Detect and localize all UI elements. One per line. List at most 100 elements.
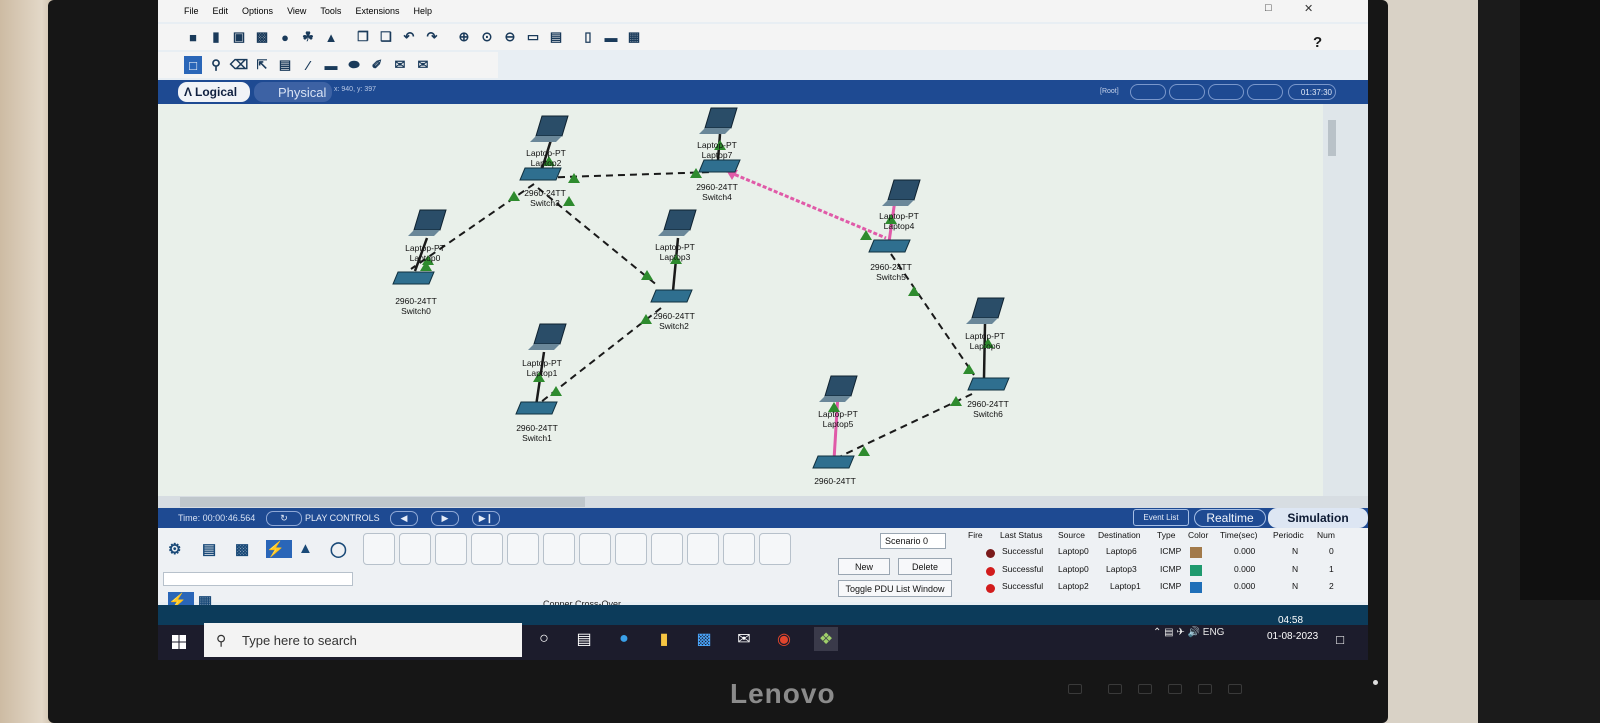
open-folder-icon[interactable]: ▮ [207,28,225,46]
tray-time[interactable]: 04:58 [1278,615,1303,626]
draw-ellipse-icon[interactable]: ⬬ [345,56,363,74]
packet-tracer-icon[interactable]: ❖ [814,627,838,651]
undo-icon[interactable]: ↶ [400,28,418,46]
zoom-out-icon[interactable]: ⊖ [501,28,519,46]
minimize-icon[interactable]: □ [1265,2,1272,14]
new-file-icon[interactable]: ■ [184,28,202,46]
screenshot-icon[interactable]: ▦ [625,28,643,46]
network-info-icon[interactable]: ☘ [299,28,317,46]
paste-icon[interactable]: ❏ [377,28,395,46]
fiber-icon[interactable] [507,533,539,565]
draw-rectangle-icon[interactable]: ▬ [322,56,340,74]
activity-wizard-icon[interactable]: ● [276,28,294,46]
tray-date[interactable]: 01-08-2023 [1267,631,1318,642]
menu-help[interactable]: Help [413,6,432,16]
vertical-scroll-thumb[interactable] [1328,120,1336,156]
menu-extensions[interactable]: Extensions [355,6,399,16]
auto-connect-icon[interactable] [363,533,395,565]
save-icon[interactable]: ▣ [230,28,248,46]
monitor-button[interactable] [1138,684,1152,694]
nav-new-cluster-button[interactable] [1169,84,1205,100]
monitor-button[interactable] [1228,684,1242,694]
add-simple-pdu-icon[interactable]: ✉ [391,56,409,74]
custom-device-icon[interactable]: ▲ [322,28,340,46]
file-explorer-icon[interactable]: ▮ [652,627,676,651]
components-icon[interactable]: ▩ [235,540,261,558]
select-icon[interactable]: □ [184,56,202,74]
menu-edit[interactable]: Edit [213,6,229,16]
realtime-button[interactable]: Realtime [1194,509,1266,527]
phone-cable-icon[interactable] [543,533,575,565]
monitor-button[interactable] [1168,684,1182,694]
copy-icon[interactable]: ❐ [354,28,372,46]
connections-icon[interactable]: ⚡ [266,540,292,558]
fire-button[interactable] [986,567,995,576]
copper-straight-through-icon[interactable] [435,533,467,565]
serial-dce-icon[interactable] [615,533,647,565]
logical-workspace[interactable]: Laptop-PT Laptop2 Laptop-PT Laptop7 Laptop… [158,104,1323,562]
new-scenario-button[interactable]: New [838,558,890,575]
scenario-select[interactable]: Scenario 0 [880,533,946,549]
usb-cable-icon[interactable] [759,533,791,565]
menu-options[interactable]: Options [242,6,273,16]
menu-view[interactable]: View [287,6,306,16]
copper-cross-over-icon[interactable] [471,533,503,565]
monitor-button[interactable] [1198,684,1212,694]
zoom-in-icon[interactable]: ⊕ [455,28,473,46]
custom-devices-dialog-icon[interactable]: ▤ [547,28,565,46]
zoom-reset-icon[interactable]: ⊙ [478,28,496,46]
power-cycle-button[interactable]: ↻ [266,511,302,526]
device-search-field[interactable] [163,572,353,586]
draw-line-icon[interactable]: ∕ [299,56,317,74]
fire-button[interactable] [986,584,995,593]
freeform-icon[interactable]: ✐ [368,56,386,74]
monitor-button[interactable] [1068,684,1082,694]
delete-scenario-button[interactable]: Delete [898,558,952,575]
chrome-icon[interactable]: ◉ [772,627,796,651]
tab-physical[interactable]: Physical [254,82,332,102]
multiuser-icon[interactable]: ◯ [330,540,356,558]
tab-logical[interactable]: Λ Logical [178,82,250,102]
menu-file[interactable]: File [184,6,199,16]
fire-button[interactable] [986,549,995,558]
task-view-icon[interactable]: ▤ [572,627,596,651]
inspect-icon[interactable]: ⚲ [207,56,225,74]
nav-move-object-button[interactable] [1208,84,1244,100]
event-list-button[interactable]: Event List [1133,509,1189,526]
edge-icon[interactable]: ● [612,627,636,651]
help-icon[interactable]: ? [1313,34,1322,51]
store-icon[interactable]: ▩ [692,627,716,651]
network-devices-icon[interactable]: ⚙ [168,540,194,558]
add-complex-pdu-icon[interactable]: ✉ [414,56,432,74]
nav-set-background-button[interactable] [1247,84,1283,100]
miscellaneous-icon[interactable]: ▲ [298,540,324,558]
place-note-icon[interactable]: ▤ [276,56,294,74]
notification-icon[interactable]: □ [1328,627,1352,651]
resize-shape-icon[interactable]: ⇱ [253,56,271,74]
pdu-icon[interactable]: ▬ [602,28,620,46]
close-icon[interactable]: ✕ [1304,2,1313,15]
redo-icon[interactable]: ↷ [423,28,441,46]
back-button[interactable]: ◀ [390,511,418,526]
horizontal-scroll-thumb[interactable] [180,497,585,507]
windows-start-icon[interactable] [172,635,186,649]
drawing-palette-icon[interactable]: ▭ [524,28,542,46]
serial-dte-icon[interactable] [651,533,683,565]
taskbar-search[interactable]: ⚲ Type here to search [204,623,522,657]
viewport-icon[interactable]: ▯ [579,28,597,46]
console-cable-icon[interactable] [399,533,431,565]
delete-icon[interactable]: ⌫ [230,56,248,74]
octal-cable-icon[interactable] [687,533,719,565]
cortana-icon[interactable]: ○ [532,627,556,651]
coaxial-icon[interactable] [579,533,611,565]
forward-button[interactable]: ▶❙ [472,511,500,526]
monitor-button[interactable] [1108,684,1122,694]
mail-icon[interactable]: ✉ [732,627,756,651]
menu-tools[interactable]: Tools [320,6,341,16]
print-icon[interactable]: ▩ [253,28,271,46]
end-devices-icon[interactable]: ▤ [202,540,228,558]
nav-back-button[interactable] [1130,84,1166,100]
play-button[interactable]: ▶ [431,511,459,526]
toggle-pdu-list-button[interactable]: Toggle PDU List Window [838,580,952,597]
simulation-button[interactable]: Simulation [1268,508,1368,528]
